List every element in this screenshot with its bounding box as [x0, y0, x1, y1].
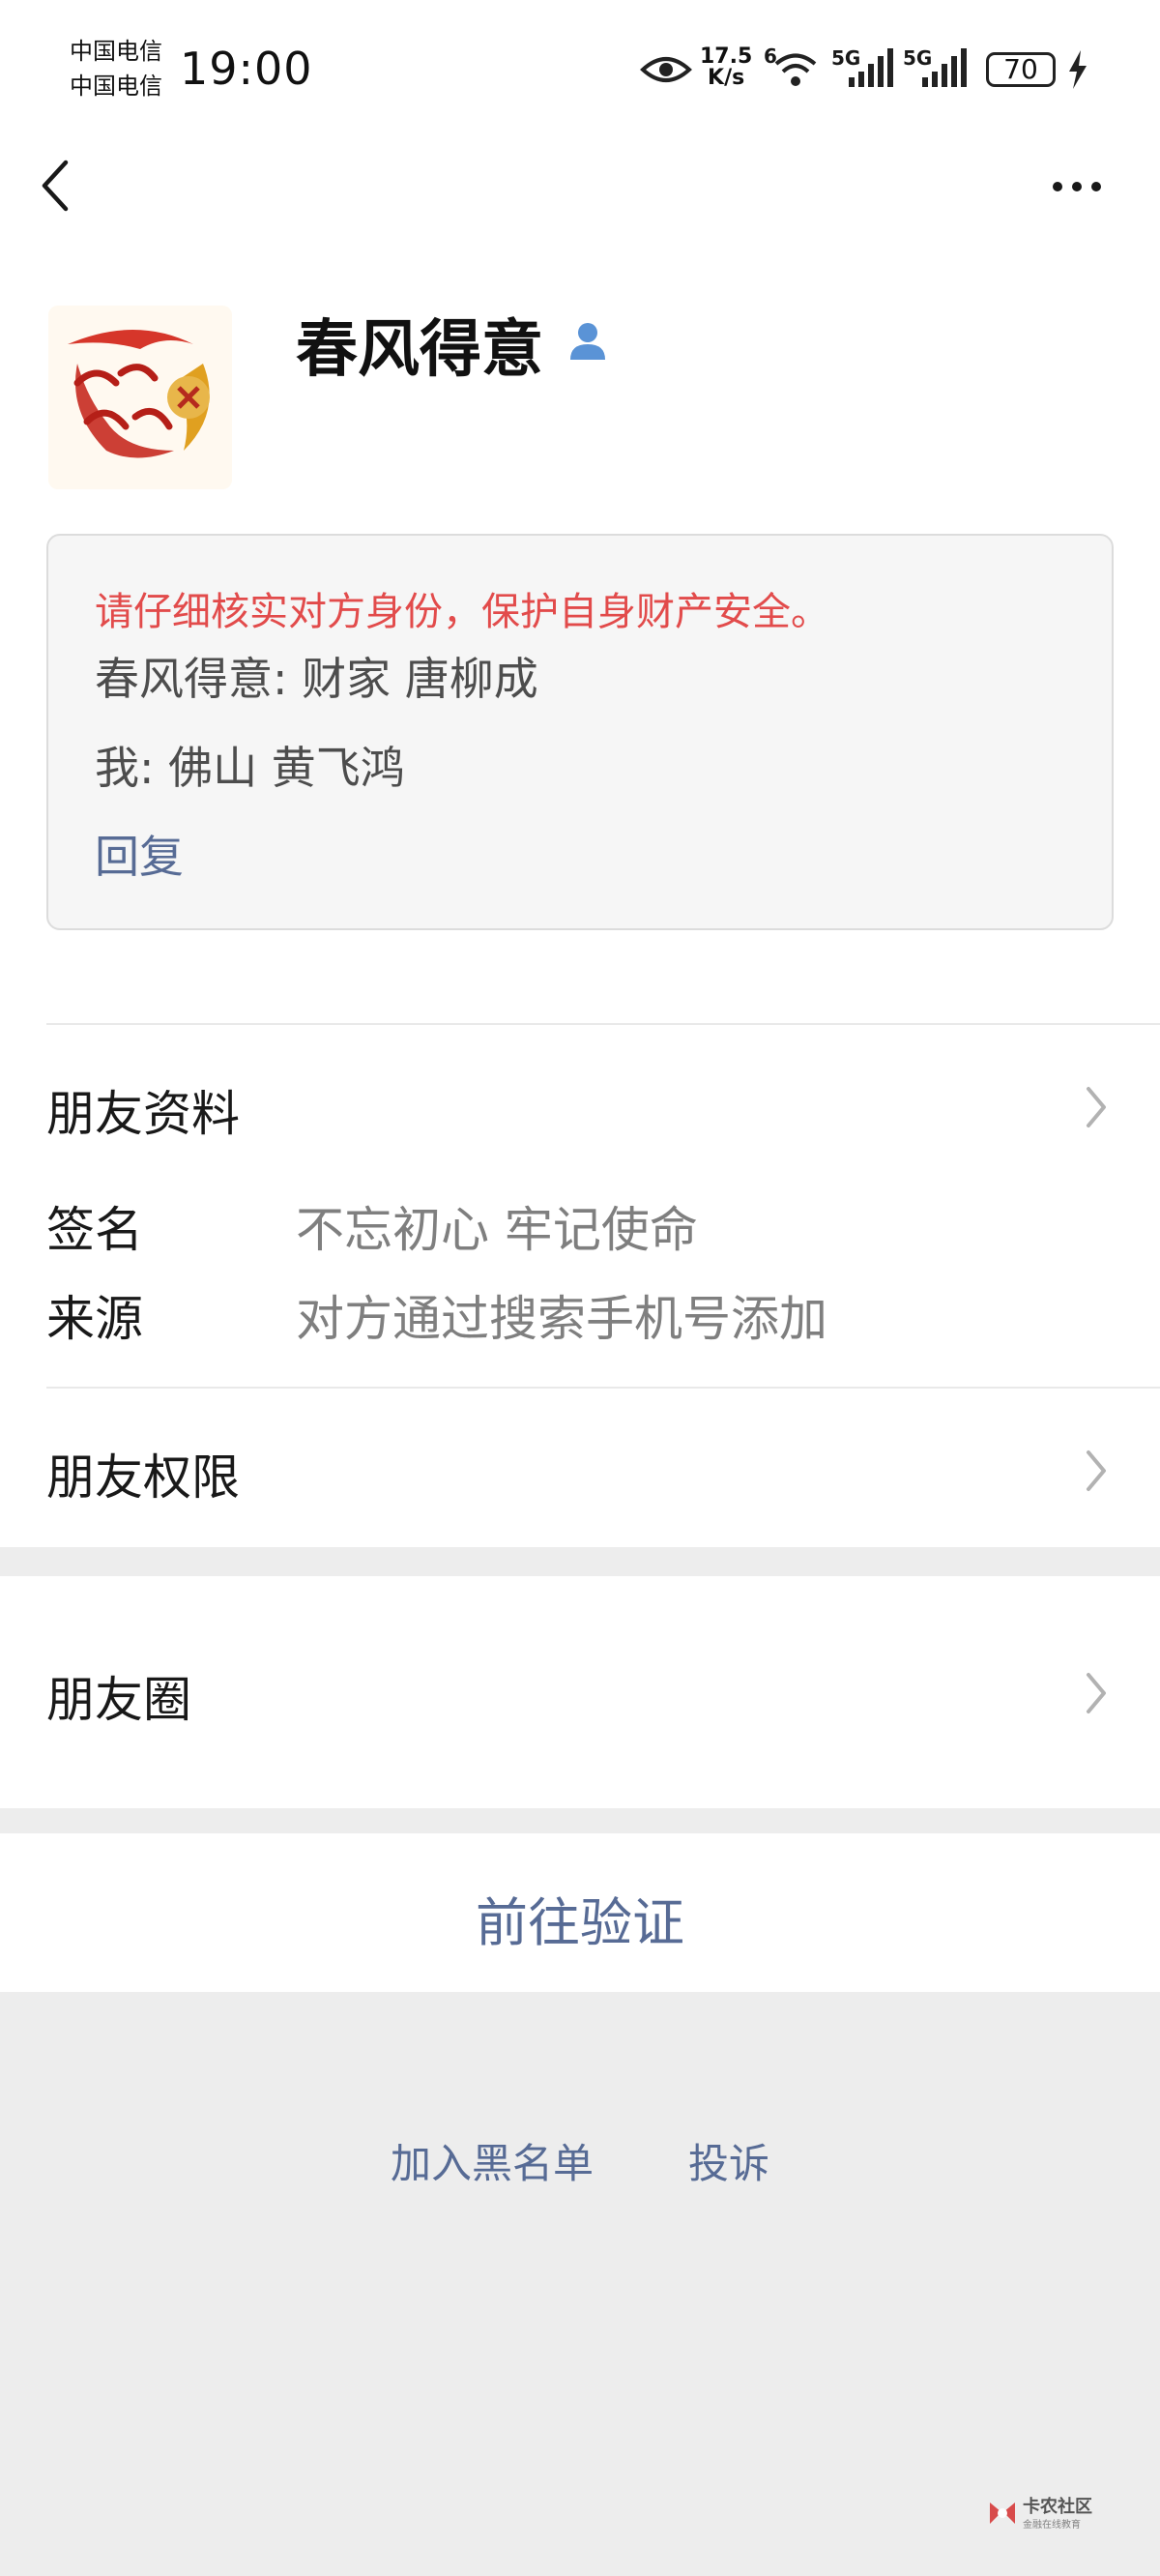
watermark-title: 卡农社区: [1023, 2497, 1092, 2517]
contact-nickname: 春风得意: [296, 314, 543, 386]
contact-person-icon: [570, 323, 605, 360]
signal-bars-1-icon: [849, 48, 893, 87]
go-verify-button[interactable]: 前往验证: [0, 1880, 1160, 1956]
moments-label: 朋友圈: [46, 1672, 191, 1728]
charging-bolt-icon: [1069, 50, 1087, 89]
safety-warning-text: 请仔细核实对方身份，保护自身财产安全。: [95, 590, 829, 634]
chevron-right-icon: [1087, 1087, 1106, 1127]
wifi-icon: [774, 53, 817, 86]
more-options-icon[interactable]: [1048, 172, 1106, 201]
signal-bars-2-icon: [922, 48, 967, 87]
net-speed-value: 17.5: [700, 44, 753, 69]
net-speed: 17.5 K/s: [700, 46, 752, 89]
carrier-label-2: 中国电信: [70, 73, 162, 100]
eye-icon: [640, 57, 692, 82]
watermark-logo-icon: [990, 2503, 1015, 2524]
chevron-right-icon: [1087, 1673, 1106, 1713]
battery-indicator: 70: [986, 52, 1056, 87]
avatar-image: [48, 306, 232, 489]
section-gap: [0, 1547, 1160, 1576]
chevron-right-icon: [1087, 1450, 1106, 1491]
battery-level: 70: [1003, 53, 1038, 85]
source-value: 对方通过搜索手机号添加: [296, 1291, 827, 1347]
add-to-blacklist-link[interactable]: 加入黑名单: [391, 2131, 594, 2190]
report-link[interactable]: 投诉: [688, 2131, 769, 2190]
source-label: 来源: [46, 1291, 143, 1347]
signature-label: 签名: [46, 1202, 143, 1258]
signature-value: 不忘初心 牢记使命: [296, 1202, 698, 1258]
their-greeting-message: 春风得意: 财家 唐柳成: [95, 653, 538, 705]
carrier-label-1: 中国电信: [70, 38, 162, 65]
net-speed-unit: K/s: [708, 66, 745, 90]
watermark: 卡农社区 金融在线教育: [986, 2491, 1141, 2537]
friend-info-label: 朋友资料: [46, 1086, 240, 1142]
watermark-subtitle: 金融在线教育: [1023, 2520, 1081, 2531]
friend-permissions-label: 朋友权限: [46, 1449, 240, 1506]
reply-link[interactable]: 回复: [95, 822, 184, 886]
back-arrow-icon[interactable]: [37, 157, 75, 215]
status-bar: 中国电信 中国电信 19:00 17.5 K/s 6 5G 5G 70: [0, 0, 1160, 145]
status-time: 19:00: [180, 43, 313, 95]
my-greeting-message: 我: 佛山 黄飞鸿: [95, 742, 405, 794]
avatar[interactable]: [48, 306, 232, 489]
